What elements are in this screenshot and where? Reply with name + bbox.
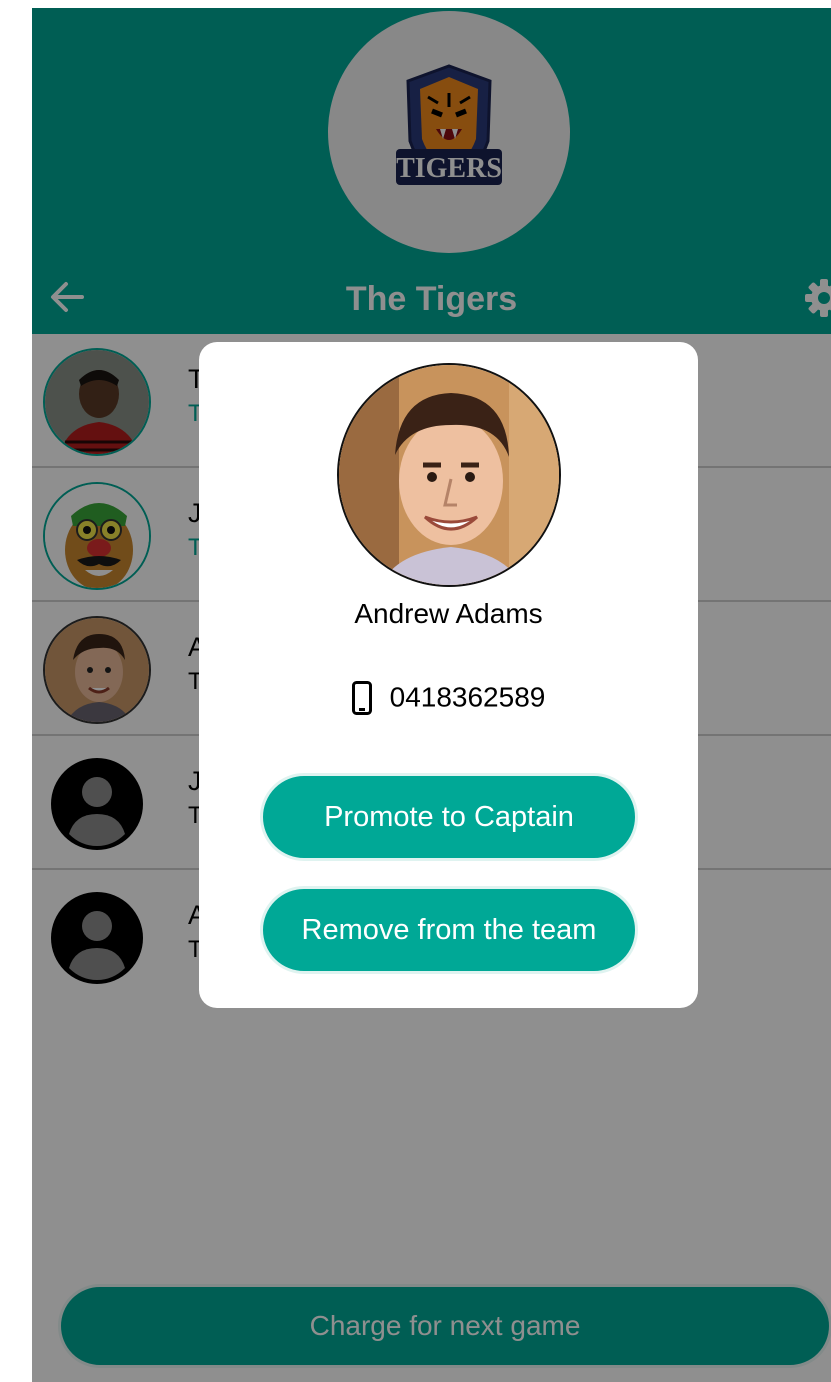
member-phone-row: 0418362589 [199, 680, 698, 715]
member-full-name: Andrew Adams [354, 598, 543, 629]
mobile-phone-icon [351, 680, 372, 715]
remove-from-team-button[interactable]: Remove from the team [260, 886, 638, 974]
team-screen: TIGERS The Tigers T T J T A T J T A T Ch… [32, 8, 831, 1382]
member-detail-modal: Andrew Adams 0418362589 Promote to Capta… [199, 342, 698, 1008]
member-phone-number[interactable]: 0418362589 [390, 682, 546, 713]
member-photo [337, 363, 561, 587]
promote-to-captain-button[interactable]: Promote to Captain [260, 773, 638, 861]
